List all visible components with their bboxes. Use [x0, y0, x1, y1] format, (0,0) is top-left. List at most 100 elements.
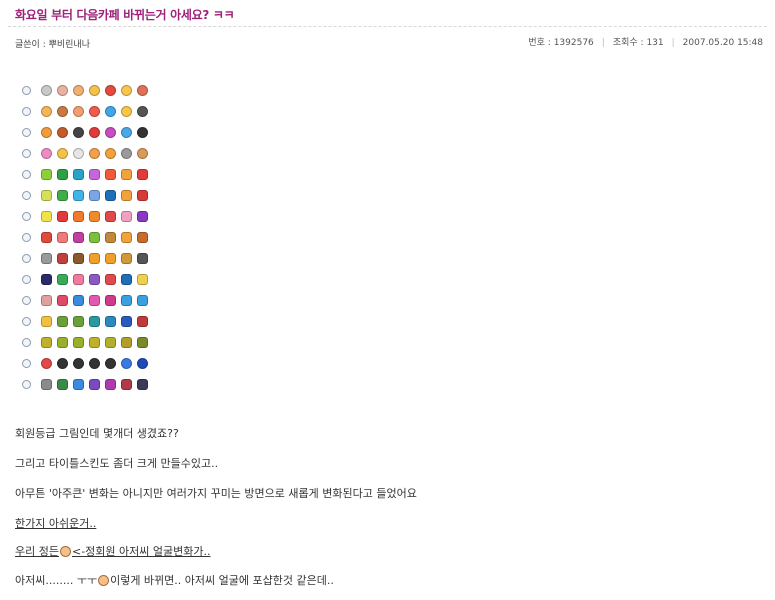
emoticon-icon — [57, 232, 68, 243]
body-text: 우리 정든 — [15, 545, 59, 558]
emoticon-icon — [57, 211, 68, 222]
emoticon-icon — [89, 190, 100, 201]
emoticon-icon — [89, 295, 100, 306]
title-divider — [8, 26, 767, 27]
emoticon-row — [22, 80, 153, 101]
emoticon-row — [22, 353, 153, 374]
emoticon-row — [22, 332, 153, 353]
emoticon-icon — [137, 295, 148, 306]
post-title: 화요일 부터 다음카페 바뀌는거 아세요? ㅋㅋ — [15, 8, 235, 22]
emoticon-icon — [89, 85, 100, 96]
new-member-face-icon — [98, 575, 110, 586]
post-date: 2007.05.20 15:48 — [682, 38, 763, 48]
emoticon-icon — [41, 274, 52, 285]
emoticon-icon — [73, 316, 84, 327]
emoticon-icon — [105, 127, 116, 138]
emoticon-icon — [105, 85, 116, 96]
emoticon-radio-button[interactable] — [22, 380, 31, 389]
emoticon-icon — [105, 190, 116, 201]
emoticon-icon — [73, 127, 84, 138]
emoticon-row — [22, 206, 153, 227]
emoticon-icon — [137, 274, 148, 285]
emoticon-icon — [57, 127, 68, 138]
emoticon-icon — [89, 106, 100, 117]
emoticon-icon — [137, 379, 148, 390]
emoticon-icon — [121, 211, 132, 222]
emoticon-icon — [73, 169, 84, 180]
emoticon-icon — [137, 106, 148, 117]
post-meta: 번호 : 1392576 | 조회수 : 131 | 2007.05.20 15:48 — [528, 35, 763, 48]
emoticon-icon — [73, 337, 84, 348]
emoticon-radio-button[interactable] — [22, 86, 31, 95]
emoticon-icon — [73, 379, 84, 390]
emoticon-icon — [57, 337, 68, 348]
emoticon-icon — [121, 295, 132, 306]
emoticon-icon — [73, 190, 84, 201]
emoticon-icon — [137, 358, 148, 369]
emoticon-radio-button[interactable] — [22, 170, 31, 179]
emoticon-icon — [57, 85, 68, 96]
body-paragraph: 그리고 타이틀스킨도 좀더 크게 만들수있고.. — [15, 457, 219, 470]
emoticon-icon — [137, 169, 148, 180]
emoticon-radio-button[interactable] — [22, 191, 31, 200]
emoticon-icon — [137, 148, 148, 159]
emoticon-icon — [105, 232, 116, 243]
emoticon-icon — [89, 127, 100, 138]
emoticon-icon — [105, 106, 116, 117]
emoticon-icon — [57, 253, 68, 264]
emoticon-icon — [105, 148, 116, 159]
emoticon-radio-button[interactable] — [22, 296, 31, 305]
emoticon-icon — [41, 316, 52, 327]
emoticon-radio-button[interactable] — [22, 359, 31, 368]
emoticon-icon — [41, 379, 52, 390]
emoticon-icon — [57, 106, 68, 117]
emoticon-icon — [41, 358, 52, 369]
emoticon-icon — [137, 85, 148, 96]
emoticon-icon — [41, 232, 52, 243]
emoticon-radio-button[interactable] — [22, 275, 31, 284]
emoticon-icon — [121, 127, 132, 138]
emoticon-icon — [73, 295, 84, 306]
emoticon-radio-button[interactable] — [22, 128, 31, 137]
emoticon-icon — [57, 379, 68, 390]
emoticon-icon — [41, 337, 52, 348]
emoticon-icon — [137, 211, 148, 222]
emoticon-row — [22, 164, 153, 185]
emoticon-icon — [57, 148, 68, 159]
emoticon-radio-button[interactable] — [22, 317, 31, 326]
emoticon-icon — [89, 211, 100, 222]
emoticon-icon — [57, 358, 68, 369]
emoticon-icon — [137, 190, 148, 201]
emoticon-radio-button[interactable] — [22, 107, 31, 116]
emoticon-icon — [41, 169, 52, 180]
emoticon-icon — [57, 316, 68, 327]
meta-separator: | — [671, 38, 675, 48]
emoticon-row — [22, 122, 153, 143]
emoticon-icon — [57, 190, 68, 201]
emoticon-icon — [73, 358, 84, 369]
emoticon-icon — [121, 106, 132, 117]
body-paragraph: 회원등급 그림인데 몇개더 생겼죠?? — [15, 427, 179, 440]
emoticon-icon — [121, 274, 132, 285]
body-text: 이렇게 바뀌면.. 아저씨 얼굴에 포샵한것 같은데.. — [110, 574, 334, 587]
emoticon-radio-button[interactable] — [22, 233, 31, 242]
emoticon-icon — [57, 274, 68, 285]
emoticon-radio-button[interactable] — [22, 149, 31, 158]
emoticon-icon — [89, 232, 100, 243]
emoticon-icon — [105, 253, 116, 264]
body-paragraph-underlined: 한가지 아쉬운거.. — [15, 517, 97, 530]
emoticon-radio-button[interactable] — [22, 254, 31, 263]
emoticon-icon — [121, 316, 132, 327]
emoticon-icon — [137, 253, 148, 264]
body-text: <-정회원 아저씨 얼굴변화가.. — [71, 545, 211, 558]
emoticon-icon — [137, 232, 148, 243]
emoticon-icon — [73, 232, 84, 243]
emoticon-icon — [73, 274, 84, 285]
emoticon-icon — [41, 253, 52, 264]
emoticon-icon — [57, 295, 68, 306]
emoticon-row — [22, 311, 153, 332]
body-text: 아저씨........ ㅜㅜ — [15, 574, 98, 587]
emoticon-radio-button[interactable] — [22, 338, 31, 347]
emoticon-icon — [105, 358, 116, 369]
emoticon-radio-button[interactable] — [22, 212, 31, 221]
